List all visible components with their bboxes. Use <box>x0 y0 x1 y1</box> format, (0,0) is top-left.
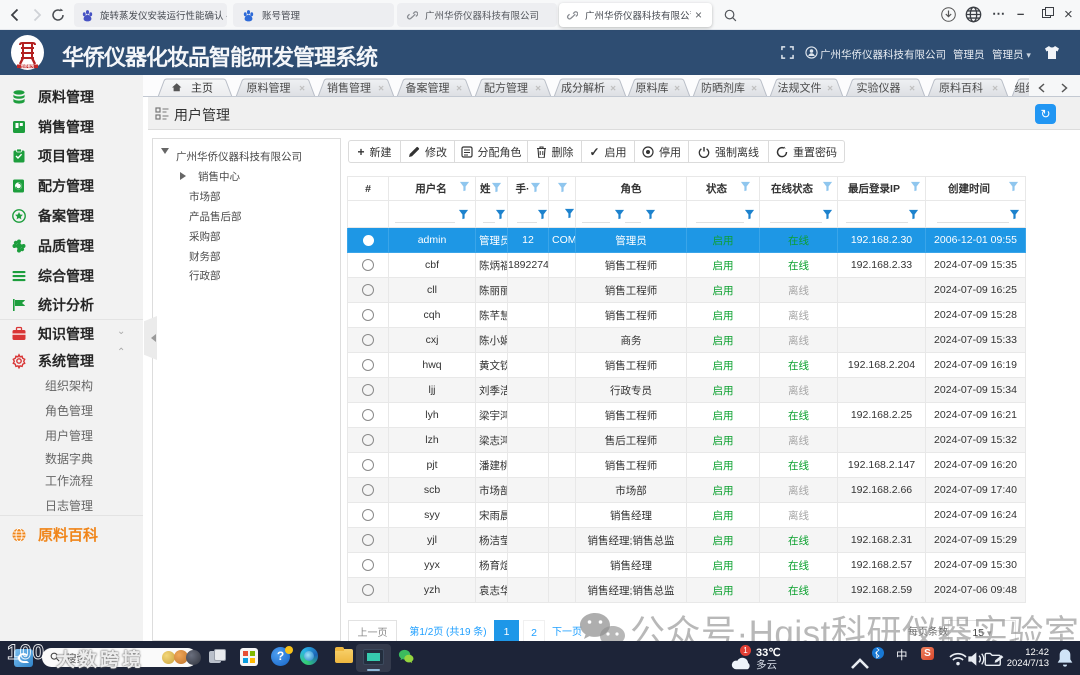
svg-text:实验仪器: 实验仪器 <box>857 81 901 95</box>
svg-text:备案管理: 备案管理 <box>406 81 450 95</box>
svg-text:主页: 主页 <box>191 82 213 95</box>
svg-text:原料百科: 原料百科 <box>939 81 983 95</box>
svg-text:法规文件: 法规文件 <box>778 81 822 95</box>
svg-text:原料库: 原料库 <box>636 81 669 95</box>
svg-text:华侨有为: 华侨有为 <box>21 64 35 69</box>
svg-text:防晒剂库: 防晒剂库 <box>701 81 745 95</box>
svg-text:销售管理: 销售管理 <box>327 81 371 95</box>
svg-text:成分解析: 成分解析 <box>561 81 605 95</box>
svg-text:配方管理: 配方管理 <box>484 81 528 95</box>
svg-text:原料管理: 原料管理 <box>247 81 291 95</box>
